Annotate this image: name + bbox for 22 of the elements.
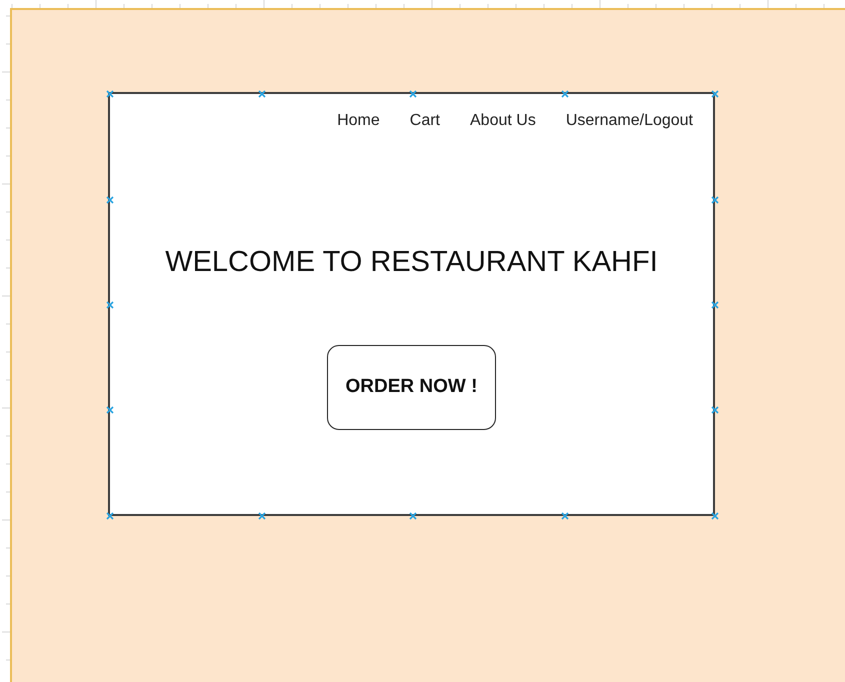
resize-handle-icon[interactable] bbox=[711, 406, 719, 414]
resize-handle-icon[interactable] bbox=[409, 512, 417, 520]
order-now-button[interactable]: ORDER NOW ! bbox=[327, 345, 496, 430]
resize-handle-icon[interactable] bbox=[258, 512, 266, 520]
resize-handle-icon[interactable] bbox=[711, 90, 719, 98]
resize-handle-icon[interactable] bbox=[106, 196, 114, 204]
resize-handle-icon[interactable] bbox=[711, 301, 719, 309]
resize-handle-icon[interactable] bbox=[258, 90, 266, 98]
resize-handle-icon[interactable] bbox=[561, 512, 569, 520]
resize-handle-icon[interactable] bbox=[106, 406, 114, 414]
resize-handle-icon[interactable] bbox=[106, 301, 114, 309]
welcome-heading: WELCOME TO RESTAURANT KAHFI bbox=[165, 245, 658, 279]
resize-handle-icon[interactable] bbox=[409, 90, 417, 98]
nav-link[interactable]: Cart bbox=[410, 111, 440, 131]
resize-handle-icon[interactable] bbox=[106, 90, 114, 98]
resize-handle-icon[interactable] bbox=[711, 196, 719, 204]
resize-handle-icon[interactable] bbox=[106, 512, 114, 520]
resize-handle-icon[interactable] bbox=[561, 90, 569, 98]
resize-handle-icon[interactable] bbox=[711, 512, 719, 520]
nav-link[interactable]: Username/Logout bbox=[566, 111, 693, 131]
nav-link[interactable]: About Us bbox=[470, 111, 536, 131]
nav-link[interactable]: Home bbox=[337, 111, 380, 131]
